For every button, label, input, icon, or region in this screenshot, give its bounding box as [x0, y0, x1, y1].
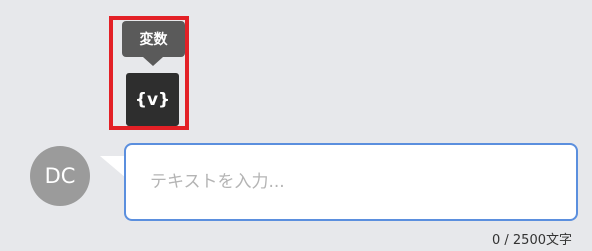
message-input[interactable] [124, 143, 578, 221]
avatar: DC [30, 146, 90, 206]
variable-tooltip: 変数 [122, 21, 185, 57]
char-counter: 0 / 2500文字 [492, 233, 572, 248]
bubble-tail [100, 156, 126, 178]
insert-variable-button[interactable]: {v} [126, 73, 179, 126]
tooltip-arrow [143, 57, 163, 66]
